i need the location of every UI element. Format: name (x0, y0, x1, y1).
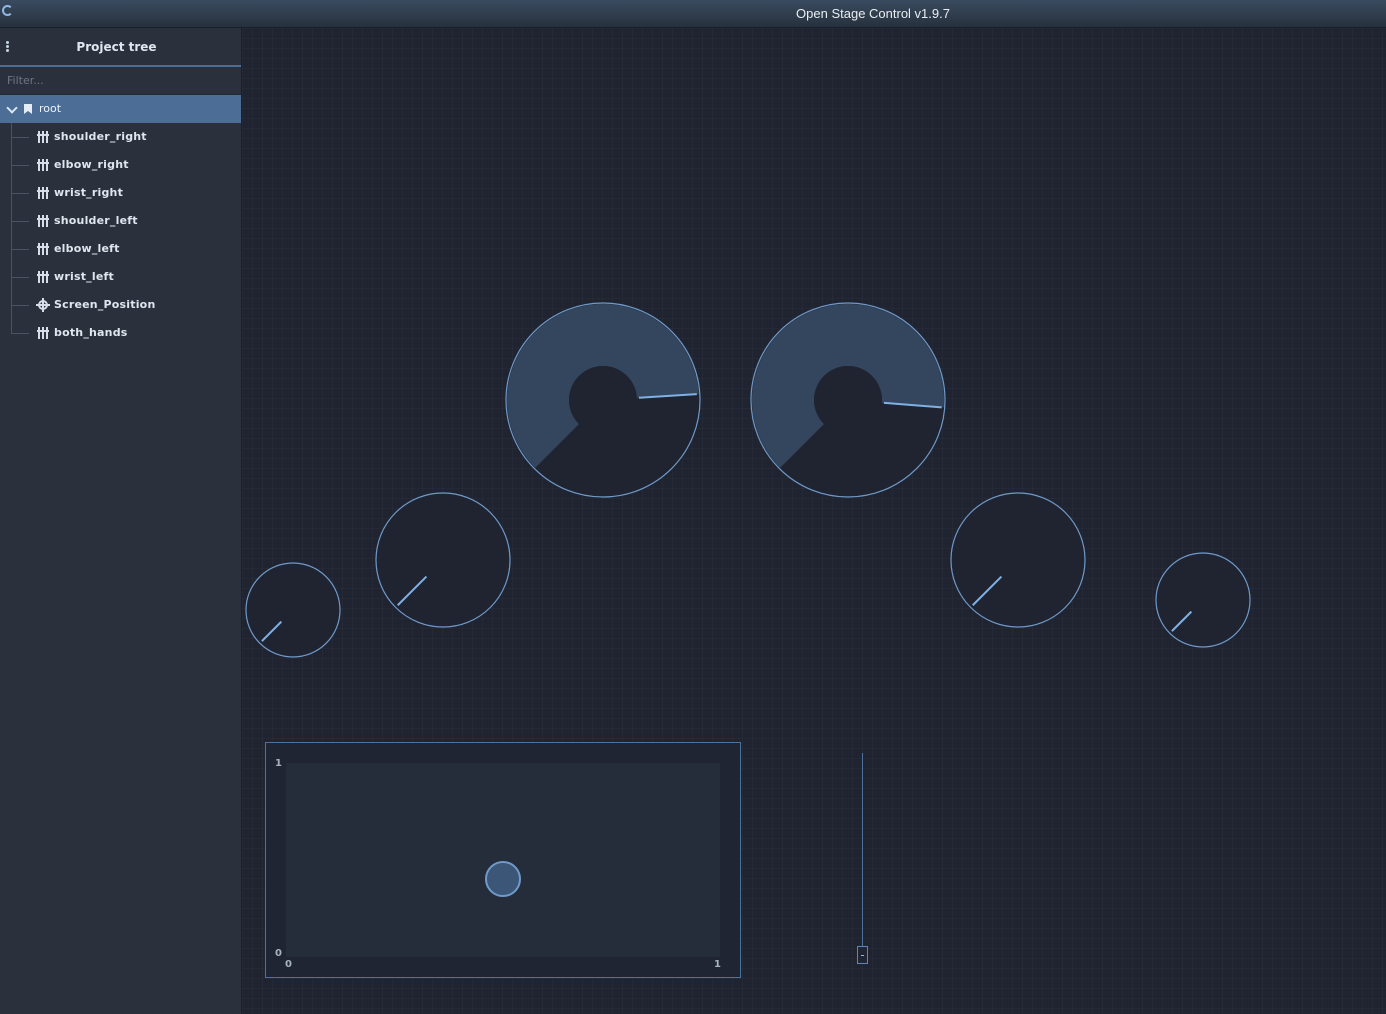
knob-ring (1155, 552, 1251, 648)
xy-x-min-label: 0 (285, 959, 292, 970)
knob-large-right[interactable] (750, 302, 946, 498)
knob-small-right[interactable] (1155, 552, 1251, 648)
knob-ring (950, 492, 1086, 628)
fader-track[interactable] (862, 753, 863, 946)
knob-medium-left[interactable] (375, 492, 511, 628)
xy-y-min-label: 0 (275, 948, 282, 959)
fader-handle[interactable] (857, 946, 868, 964)
xy-pad-handle[interactable] (485, 860, 521, 897)
knob-medium-right[interactable] (950, 492, 1086, 628)
knob-center (569, 366, 637, 434)
knob-large-left[interactable] (505, 302, 701, 498)
xy-pad-area[interactable] (286, 763, 720, 957)
knob-small-left[interactable] (245, 562, 341, 658)
knob-ring (245, 562, 341, 658)
knob-ring (375, 492, 511, 628)
xy-pad[interactable]: 1 0 0 1 (265, 742, 741, 978)
xy-x-max-label: 1 (714, 959, 721, 970)
knob-center (814, 366, 882, 434)
xy-y-max-label: 1 (275, 758, 282, 769)
